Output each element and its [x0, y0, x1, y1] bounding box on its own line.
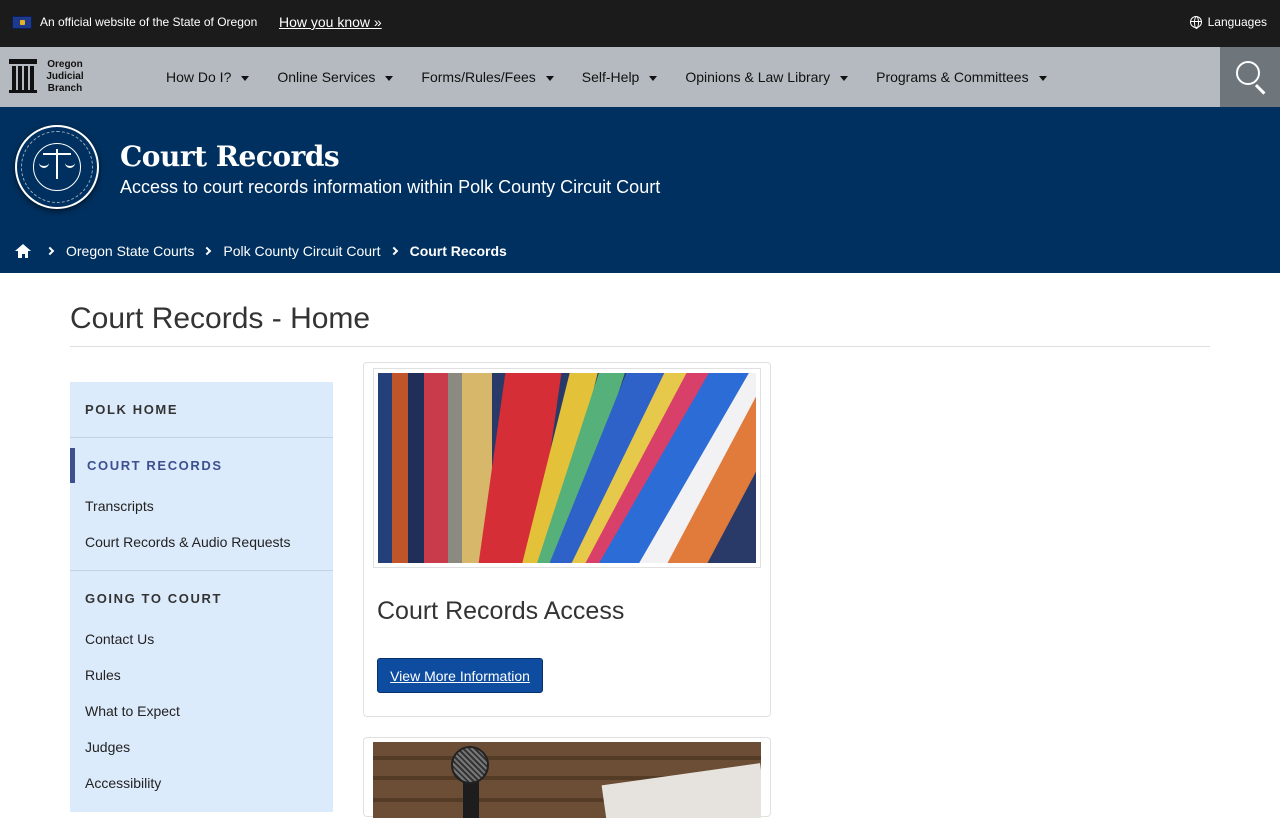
sidebar-item-accessibility[interactable]: Accessibility	[85, 775, 161, 791]
nav-item-how-do-i[interactable]: How Do I?	[166, 69, 250, 85]
breadcrumb: Oregon State Courts Polk County Circuit …	[15, 243, 507, 259]
sidebar: POLK HOME COURT RECORDS Transcripts Cour…	[70, 382, 333, 812]
caret-down-icon	[241, 75, 250, 81]
globe-icon	[1189, 16, 1202, 29]
main-navigation: Oregon Judicial Branch How Do I? Online …	[0, 47, 1280, 107]
breadcrumb-oregon-state-courts[interactable]: Oregon State Courts	[66, 243, 194, 259]
breadcrumb-current: Court Records	[409, 243, 507, 259]
sidebar-court-records[interactable]: COURT RECORDS	[87, 458, 223, 473]
search-button[interactable]	[1220, 47, 1280, 107]
languages-label: Languages	[1207, 15, 1267, 29]
nav-item-forms-rules-fees[interactable]: Forms/Rules/Fees	[421, 69, 554, 85]
chevron-right-icon	[203, 246, 212, 256]
nav-menu: How Do I? Online Services Forms/Rules/Fe…	[166, 47, 1075, 107]
nav-item-online-services[interactable]: Online Services	[277, 69, 394, 85]
official-website-text: An official website of the State of Oreg…	[40, 15, 258, 29]
official-banner: An official website of the State of Oreg…	[0, 0, 1280, 47]
sidebar-item-transcripts[interactable]: Transcripts	[85, 498, 154, 514]
page-hero: Court Records Access to court records in…	[0, 107, 1280, 273]
caret-down-icon	[385, 75, 394, 81]
languages-button[interactable]: Languages	[1189, 15, 1267, 29]
card-title: Court Records Access	[377, 597, 625, 625]
chevron-right-icon	[389, 246, 398, 256]
microphone-image	[373, 742, 761, 818]
breadcrumb-polk-county-circuit-court[interactable]: Polk County Circuit Court	[223, 243, 380, 259]
sidebar-going-to-court[interactable]: GOING TO COURT	[85, 591, 222, 606]
sidebar-item-what-to-expect[interactable]: What to Expect	[85, 703, 180, 719]
caret-down-icon	[840, 75, 849, 81]
caret-down-icon	[649, 75, 658, 81]
court-records-access-card: Court Records Access View More Informati…	[363, 362, 771, 717]
sidebar-item-judges[interactable]: Judges	[85, 739, 130, 755]
sidebar-polk-home[interactable]: POLK HOME	[85, 402, 178, 417]
title-divider	[70, 346, 1210, 347]
nav-item-opinions-law-library[interactable]: Opinions & Law Library	[685, 69, 849, 85]
nav-item-programs-committees[interactable]: Programs & Committees	[876, 69, 1047, 85]
chevron-right-icon	[45, 246, 55, 256]
file-folders-image	[373, 368, 761, 568]
sidebar-item-court-records-audio-requests[interactable]: Court Records & Audio Requests	[85, 534, 290, 550]
nav-item-self-help[interactable]: Self-Help	[582, 69, 658, 85]
hero-subtitle: Access to court records information with…	[120, 177, 661, 197]
judicial-department-seal	[15, 125, 99, 209]
caret-down-icon	[1038, 75, 1047, 81]
how-you-know-link[interactable]: How you know »	[279, 14, 382, 30]
sidebar-active-indicator	[70, 448, 75, 483]
hero-title: Court Records	[120, 140, 340, 173]
logo-wordmark: Oregon Judicial Branch	[46, 59, 84, 94]
pillar-icon	[9, 59, 37, 93]
oregon-flag-icon	[12, 16, 32, 29]
search-icon	[1236, 61, 1260, 85]
caret-down-icon	[545, 75, 554, 81]
sidebar-item-contact-us[interactable]: Contact Us	[85, 631, 154, 647]
page-title: Court Records - Home	[70, 302, 371, 335]
home-icon[interactable]	[15, 244, 31, 258]
sidebar-item-rules[interactable]: Rules	[85, 667, 121, 683]
view-more-information-button[interactable]: View More Information	[377, 658, 543, 693]
audio-requests-card	[363, 737, 771, 818]
ojb-logo[interactable]: Oregon Judicial Branch	[9, 59, 99, 95]
